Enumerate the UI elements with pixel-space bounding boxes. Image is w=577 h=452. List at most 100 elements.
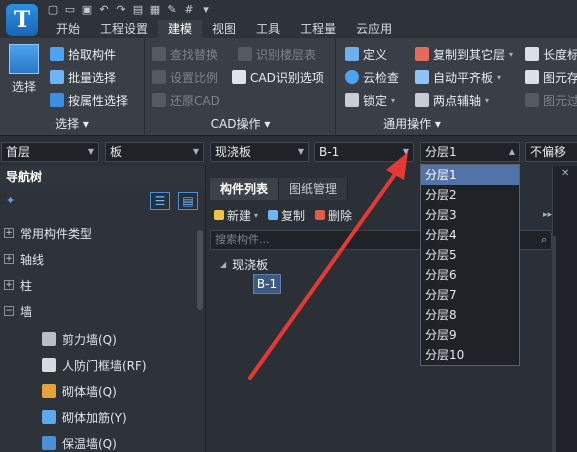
set-scale-button[interactable]: 设置比例 xyxy=(152,67,218,87)
define-icon xyxy=(345,47,359,61)
chevron-down-icon: ▾ xyxy=(254,210,259,220)
tab-project-settings[interactable]: 工程设置 xyxy=(90,20,158,38)
component-select[interactable]: B-1 ▼ xyxy=(314,142,414,162)
layer-option[interactable]: 分层1 xyxy=(421,165,519,185)
expand-icon[interactable]: + xyxy=(4,228,14,238)
offset-select[interactable]: 不偏移 xyxy=(525,142,577,162)
close-icon[interactable]: ✕ xyxy=(561,168,569,179)
nav-scrollbar[interactable] xyxy=(197,230,203,310)
undo-icon[interactable]: ↶ xyxy=(97,3,111,17)
cad-group: 查找替换 识别楼层表 设置比例 CAD识别选项 还原CAD CAD操作 ▾ xyxy=(146,38,336,136)
element-save-button[interactable]: 图元存 xyxy=(525,67,577,87)
nav-subitem-masonry-wall[interactable]: 砌体墙(Q) xyxy=(42,382,117,400)
table-icon[interactable]: ▤ xyxy=(131,3,145,17)
expand-icon[interactable]: + xyxy=(4,254,14,264)
subitem-label: 砌体加筋(Y) xyxy=(62,410,127,425)
new-component-button[interactable]: 新建 ▾ xyxy=(214,207,258,224)
layer-select[interactable]: 分层1 ▲ xyxy=(420,142,520,162)
tab-modeling[interactable]: 建模 xyxy=(158,20,203,38)
batch-select-button[interactable]: 批量选择 xyxy=(50,67,116,87)
select-button[interactable]: 选择 xyxy=(6,44,42,95)
nav-subitem-masonry-rebar[interactable]: 砌体加筋(Y) xyxy=(42,408,127,426)
pick-icon xyxy=(50,47,64,61)
tree-node-b1[interactable]: B-1 xyxy=(253,274,281,294)
chevron-down-icon: ▾ xyxy=(391,95,396,105)
nav-item-column[interactable]: + 柱 xyxy=(4,276,32,294)
nav-item-common-types[interactable]: + 常用构件类型 xyxy=(4,224,92,242)
layer-option[interactable]: 分层10 xyxy=(421,345,519,365)
layer-option[interactable]: 分层3 xyxy=(421,205,519,225)
subitem-label: 人防门框墙(RF) xyxy=(62,358,147,373)
floor-select[interactable]: 首层 ▼ xyxy=(1,142,99,162)
nav-subitem-insulation-wall[interactable]: 保温墙(Q) xyxy=(42,434,117,452)
tab-drawing-management[interactable]: 图纸管理 xyxy=(279,178,349,200)
tab-view[interactable]: 视图 xyxy=(202,20,246,38)
define-button[interactable]: 定义 xyxy=(345,44,387,64)
chevron-down-icon: ▾ xyxy=(497,72,502,82)
open-folder-icon[interactable]: ▭ xyxy=(63,3,77,17)
redo-icon[interactable]: ↷ xyxy=(114,3,128,17)
screen-icon[interactable]: ▦ xyxy=(148,3,162,17)
layer-option[interactable]: 分层9 xyxy=(421,325,519,345)
collapse-triangle-icon[interactable]: ◢ xyxy=(220,260,226,269)
nav-item-axis[interactable]: + 轴线 xyxy=(4,250,44,268)
subitem-label: 剪力墙(Q) xyxy=(62,332,117,347)
select-by-attr-button[interactable]: 按属性选择 xyxy=(50,90,128,110)
layer-option[interactable]: 分层8 xyxy=(421,305,519,325)
cloud-check-button[interactable]: 云检查 xyxy=(345,67,399,87)
length-mark-button[interactable]: 长度标 xyxy=(525,44,577,64)
nav-subitem-shear-wall[interactable]: 剪力墙(Q) xyxy=(42,330,117,348)
auto-level-slab-button[interactable]: 自动平齐板 ▾ xyxy=(415,67,501,87)
common-group-title[interactable]: 通用操作 ▾ xyxy=(337,115,487,132)
nav-label: 墙 xyxy=(20,304,33,319)
layer-option[interactable]: 分层4 xyxy=(421,225,519,245)
cad-options-label: CAD识别选项 xyxy=(250,70,324,85)
new-file-icon[interactable]: ▢ xyxy=(46,3,60,17)
find-replace-button[interactable]: 查找替换 xyxy=(152,44,218,64)
layer-option[interactable]: 分层6 xyxy=(421,265,519,285)
nav-item-wall[interactable]: − 墙 xyxy=(4,302,32,320)
layer-option[interactable]: 分层2 xyxy=(421,185,519,205)
list-view-icon[interactable]: ☰ xyxy=(150,192,170,210)
card-view-icon[interactable]: ▤ xyxy=(178,192,198,210)
tab-cloud[interactable]: 云应用 xyxy=(346,20,402,38)
select-group-title[interactable]: 选择 ▾ xyxy=(0,115,144,132)
lock-button[interactable]: 锁定 ▾ xyxy=(345,90,395,110)
splitter[interactable] xyxy=(553,236,556,452)
element-filter-button[interactable]: 图元过 xyxy=(525,90,577,110)
tab-tools[interactable]: 工具 xyxy=(246,20,290,38)
nav-subitem-civil-defense-wall[interactable]: 人防门框墙(RF) xyxy=(42,356,147,374)
layer-option[interactable]: 分层7 xyxy=(421,285,519,305)
identify-floor-table-button[interactable]: 识别楼层表 xyxy=(238,44,316,64)
save-icon[interactable]: ▣ xyxy=(80,3,94,17)
delete-component-button[interactable]: 删除 xyxy=(315,207,352,224)
shear-wall-icon xyxy=(42,332,56,346)
expand-icon[interactable]: + xyxy=(4,280,14,290)
collapse-icon[interactable]: − xyxy=(4,306,14,316)
axis-label: 两点辅轴 xyxy=(433,93,482,108)
dropdown-icon[interactable]: ▾ xyxy=(199,3,213,17)
two-point-axis-button[interactable]: 两点辅轴 ▾ xyxy=(415,90,489,110)
layer-option[interactable]: 分层5 xyxy=(421,245,519,265)
pick-component-button[interactable]: 拾取构件 xyxy=(50,44,116,64)
cad-group-title[interactable]: CAD操作 ▾ xyxy=(146,115,335,132)
chevron-up-icon: ▲ xyxy=(508,147,515,156)
tab-start[interactable]: 开始 xyxy=(46,20,90,38)
cad-options-button[interactable]: CAD识别选项 xyxy=(232,67,324,87)
copy-component-button[interactable]: 复制 xyxy=(268,207,305,224)
search-icon[interactable]: ⌕ xyxy=(541,231,547,249)
level-label: 自动平齐板 xyxy=(433,70,494,85)
restore-label: 还原CAD xyxy=(170,93,220,108)
type-select[interactable]: 现浇板 ▼ xyxy=(210,142,309,162)
tree-node-cast-slab[interactable]: ◢ 现浇板 xyxy=(220,256,268,273)
copy-to-layer-button[interactable]: 复制到其它层 ▾ xyxy=(415,44,513,64)
more-icon[interactable]: ▸▸ xyxy=(543,210,552,220)
tab-quantities[interactable]: 工程量 xyxy=(290,20,346,38)
category-select[interactable]: 板 ▼ xyxy=(105,142,204,162)
rule-icon[interactable]: ✎ xyxy=(165,3,179,17)
restore-cad-button[interactable]: 还原CAD xyxy=(152,90,220,110)
component-panel-tabs: 构件列表 图纸管理 xyxy=(210,178,349,200)
pin-icon[interactable]: ✦ xyxy=(6,194,15,207)
tab-component-list[interactable]: 构件列表 xyxy=(210,178,280,200)
grid-icon[interactable]: # xyxy=(182,3,196,17)
